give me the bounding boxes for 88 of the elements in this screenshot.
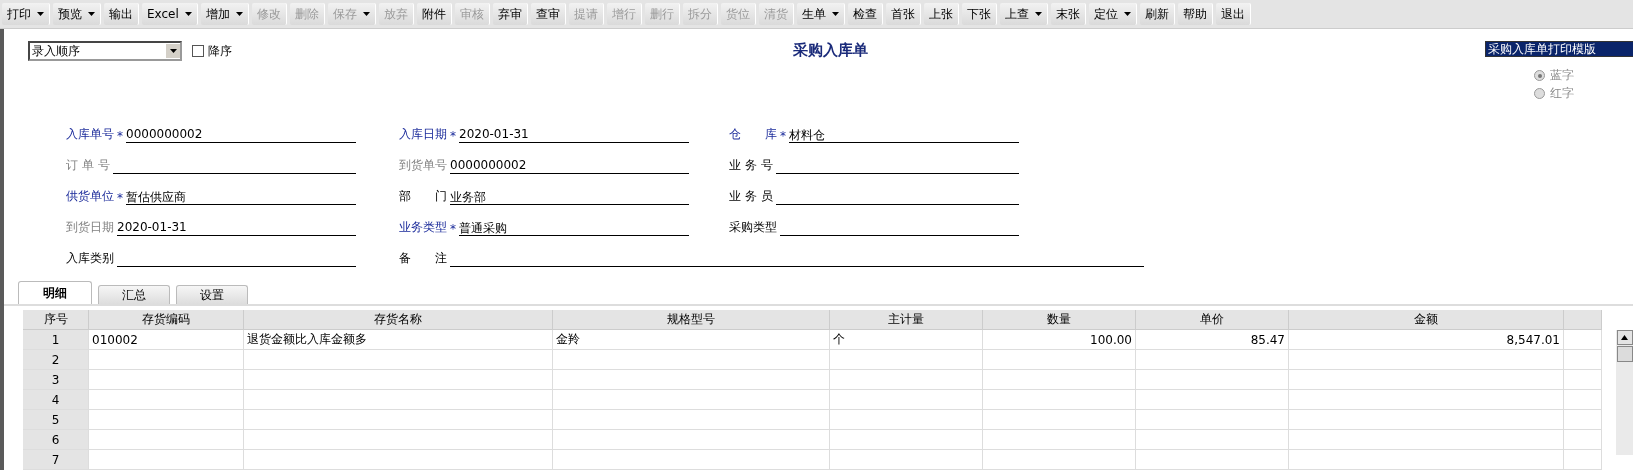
column-header: 存货编码 [89,310,244,330]
row-number: 6 [23,430,89,450]
field-label: 订 单 号 [66,157,110,174]
toolbar-button[interactable]: 退出 [1215,3,1251,25]
sort-dropdown[interactable]: 录入顺序 [28,41,182,61]
table-cell: 8,547.01 [1289,330,1564,350]
column-header: 序号 [23,310,89,330]
column-header [1564,310,1602,330]
toolbar-button[interactable]: 检查 [847,3,883,25]
column-header: 金额 [1289,310,1564,330]
column-header: 主计量 [830,310,983,330]
row-number: 1 [23,330,89,350]
table-cell: 100.00 [983,330,1136,350]
table-cell [1564,430,1602,450]
row-number: 3 [23,370,89,390]
tab[interactable]: 设置 [176,285,248,304]
input-field[interactable]: 普通采购 [459,220,689,236]
field-label: 部 门 [399,188,447,205]
field-label: 备 注 [399,250,447,267]
table-cell [1564,350,1602,370]
required-mark: * [450,222,456,236]
field-label: 业务类型 [399,219,447,236]
scroll-up-button[interactable] [1616,330,1633,345]
scrollbar-thumb[interactable] [1616,346,1633,362]
toolbar-button[interactable]: 刷新 [1139,3,1175,25]
table-cell: 010002 [89,330,244,350]
field-label: 仓 库 [729,126,777,143]
table-cell [1564,330,1602,350]
toolbar-button[interactable]: 生单 [796,3,845,25]
required-mark: * [117,191,123,205]
row-number: 7 [23,450,89,470]
column-header: 单价 [1136,310,1289,330]
input-field[interactable]: 业务部 [450,189,689,205]
row-number: 4 [23,390,89,410]
radio-label: 蓝字 [1550,67,1574,84]
field-label: 业 务 号 [729,157,773,174]
column-header: 规格型号 [553,310,830,330]
toolbar-button[interactable]: 弃审 [492,3,528,25]
field-label: 到货单号 [399,157,447,174]
required-mark: * [450,129,456,143]
toolbar-button[interactable]: 增加 [200,3,249,25]
table-cell [1564,370,1602,390]
field-label: 业 务 员 [729,188,773,205]
toolbar-button[interactable]: 定位 [1088,3,1137,25]
table-cell: 金羚 [553,330,830,350]
table-cell [1564,410,1602,430]
column-header: 数量 [983,310,1136,330]
toolbar-button[interactable]: Excel [142,3,198,25]
field-label: 入库类别 [66,250,114,267]
column-header: 存货名称 [244,310,553,330]
toolbar-button[interactable]: 末张 [1050,3,1086,25]
template-dropdown[interactable]: 采购入库单打印模版 [1485,41,1633,57]
toolbar-button[interactable]: 上查 [999,3,1048,25]
toolbar-button[interactable]: 首张 [885,3,921,25]
input-field[interactable]: 暂估供应商 [126,189,356,205]
table-cell: 85.47 [1136,330,1289,350]
toolbar-button[interactable]: 下张 [961,3,997,25]
input-field[interactable]: 0000000002 [126,127,356,143]
toolbar-button[interactable]: 输出 [104,3,139,25]
required-mark: * [780,129,786,143]
field-label: 采购类型 [729,219,777,236]
toolbar-button[interactable]: 附件 [416,3,452,25]
toolbar-button[interactable]: 上张 [923,3,959,25]
table-cell [1564,390,1602,410]
radio-label: 红字 [1550,85,1574,102]
row-number: 5 [23,410,89,430]
required-mark: * [117,129,123,143]
up-arrow-icon [1621,335,1628,340]
checkbox[interactable] [192,45,204,57]
tab[interactable]: 汇总 [98,285,170,304]
checkbox-label: 降序 [208,42,232,60]
toolbar-button[interactable]: 打印 [2,3,50,25]
field-label: 供货单位 [66,188,114,205]
input-field[interactable]: 2020-01-31 [459,127,689,143]
row-number: 2 [23,350,89,370]
table-cell: 个 [830,330,983,350]
toolbar-button[interactable]: 查审 [530,3,566,25]
toolbar-button[interactable]: 帮助 [1177,3,1213,25]
tab[interactable]: 明细 [18,281,92,304]
form-title: 采购入库单 [793,41,868,60]
field-label: 到货日期 [66,219,114,236]
table-cell [1564,450,1602,470]
toolbar-button[interactable]: 预览 [53,3,101,25]
field-label: 入库单号 [66,126,114,143]
table-cell: 退货金额比入库金额多 [244,330,553,350]
input-field[interactable]: 材料仓 [789,127,1019,143]
field-label: 入库日期 [399,126,447,143]
scrollbar[interactable] [1616,330,1633,455]
